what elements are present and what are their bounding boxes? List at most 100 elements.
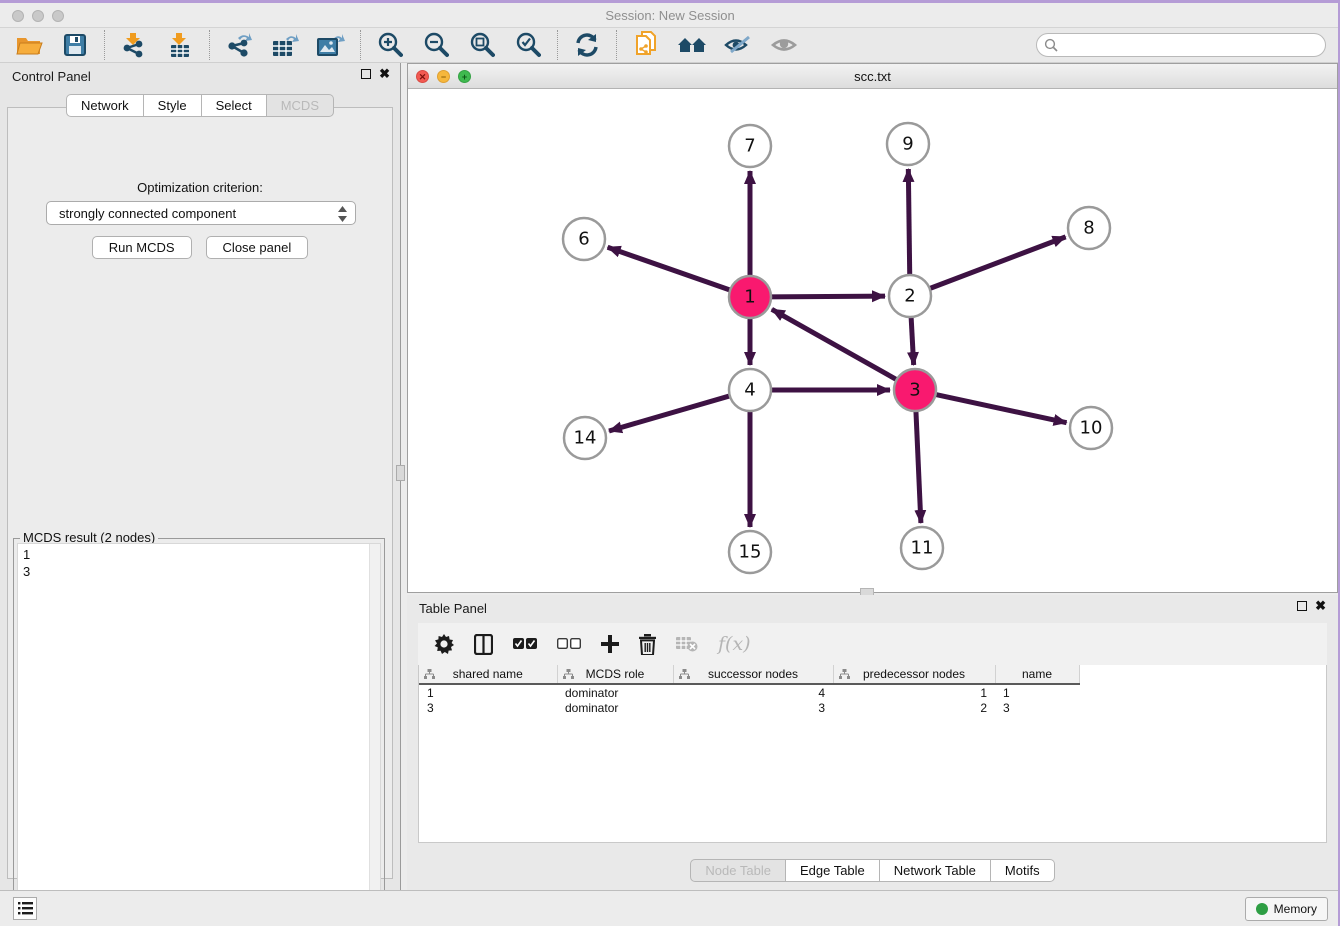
refresh-layout-button[interactable] [572,31,602,59]
node-label-14: 14 [574,428,597,449]
edge-3-11[interactable] [916,409,921,523]
column-header-name[interactable]: name [995,665,1079,684]
deselect-all-checkboxes-icon[interactable] [557,638,581,650]
close-table-panel-icon[interactable]: ✖ [1315,601,1326,611]
network-window-title: scc.txt [408,69,1337,84]
network-window-titlebar[interactable]: ✕ − + scc.txt [408,64,1337,89]
status-bar: Memory [0,890,1340,926]
node-label-15: 15 [739,542,762,563]
tab-node-table[interactable]: Node Table [690,859,786,882]
save-session-button[interactable] [60,31,90,59]
clone-network-button[interactable] [631,31,661,59]
mcds-result-line: 3 [23,563,375,580]
open-folder-icon [16,34,43,56]
tab-edge-table[interactable]: Edge Table [786,859,880,882]
panel-splitter[interactable] [400,63,407,890]
edge-1-6[interactable] [608,247,732,290]
tab-style[interactable]: Style [144,94,202,117]
show-all-button[interactable] [769,31,799,59]
node-label-3: 3 [909,380,920,401]
column-header-shared-name[interactable]: shared name [419,665,557,684]
table-panel-tabs: Node TableEdge TableNetwork TableMotifs [407,859,1338,882]
edge-2-9[interactable] [908,169,909,277]
node-label-4: 4 [744,380,755,401]
optimization-criterion-label: Optimization criterion: [8,180,392,195]
delete-table-icon[interactable] [676,636,698,652]
float-panel-icon[interactable] [361,69,371,79]
zoom-in-button[interactable] [375,31,405,59]
export-image-button[interactable] [316,31,346,59]
delete-column-icon[interactable] [639,634,656,655]
mcds-result-group: MCDS result (2 nodes) 13 [13,538,385,920]
column-header-predecessor-nodes[interactable]: predecessor nodes [833,665,995,684]
gear-icon[interactable] [434,634,454,654]
close-panel-icon[interactable]: ✖ [379,69,390,79]
function-builder-icon[interactable]: f(x) [718,633,751,655]
mcds-result-scrollbar[interactable] [369,544,380,915]
import-network-icon [122,32,146,58]
tab-mcds[interactable]: MCDS [267,94,334,117]
first-neighbors-button[interactable] [677,31,707,59]
edge-3-10[interactable] [934,394,1067,423]
splitter-grip[interactable] [396,465,405,481]
control-panel-title: Control Panel [12,69,91,84]
control-panel: Control Panel ✖ NetworkStyleSelectMCDS O… [0,63,400,890]
tab-network-table[interactable]: Network Table [880,859,991,882]
cell-name[interactable]: 3 [995,700,1079,716]
cell-MCDS-role[interactable]: dominator [557,684,673,700]
show-columns-icon[interactable] [474,634,493,655]
cell-shared-name[interactable]: 1 [419,684,557,700]
zoom-out-button[interactable] [421,31,451,59]
import-table-icon [169,32,191,58]
tab-network[interactable]: Network [66,94,144,117]
task-history-button[interactable] [13,897,37,920]
network-canvas[interactable]: 7968124314101511 [408,89,1337,592]
close-panel-button[interactable]: Close panel [206,236,309,259]
node-label-8: 8 [1083,218,1094,239]
network-graph[interactable]: 7968124314101511 [408,89,1337,592]
open-session-button[interactable] [14,31,44,59]
cell-predecessor-nodes[interactable]: 2 [833,700,995,716]
cell-name[interactable]: 1 [995,684,1079,700]
table-panel-title: Table Panel [419,601,487,616]
float-table-panel-icon[interactable] [1297,601,1307,611]
node-label-11: 11 [911,538,934,559]
export-table-button[interactable] [270,31,300,59]
edge-2-8[interactable] [928,237,1066,289]
cell-MCDS-role[interactable]: dominator [557,700,673,716]
add-column-icon[interactable] [601,635,619,653]
import-network-button[interactable] [119,31,149,59]
mcds-result-text[interactable]: 13 [17,543,381,916]
edge-3-1[interactable] [772,309,899,380]
refresh-icon [574,32,600,58]
zoom-fit-button[interactable] [467,31,497,59]
memory-button[interactable]: Memory [1245,897,1328,921]
cell-successor-nodes[interactable]: 3 [673,700,833,716]
import-table-button[interactable] [165,31,195,59]
zoom-selected-button[interactable] [513,31,543,59]
search-input[interactable] [1036,33,1326,57]
node-label-10: 10 [1080,418,1103,439]
optimization-criterion-select[interactable]: strongly connected component [46,201,356,225]
run-mcds-button[interactable]: Run MCDS [92,236,192,259]
edge-2-3[interactable] [911,315,914,365]
table-row[interactable]: 3dominator323 [419,700,1079,716]
export-network-button[interactable] [224,31,254,59]
edge-1-2[interactable] [769,296,885,297]
cell-successor-nodes[interactable]: 4 [673,684,833,700]
select-all-checkboxes-icon[interactable] [513,638,537,650]
edge-4-14[interactable] [609,395,732,431]
export-image-icon [317,32,345,58]
node-table[interactable]: shared nameMCDS rolesuccessor nodesprede… [418,665,1327,843]
window-title: Session: New Session [0,8,1340,23]
cell-predecessor-nodes[interactable]: 1 [833,684,995,700]
tab-select[interactable]: Select [202,94,267,117]
column-header-successor-nodes[interactable]: successor nodes [673,665,833,684]
column-header-MCDS-role[interactable]: MCDS role [557,665,673,684]
hide-selected-button[interactable] [723,31,753,59]
cell-shared-name[interactable]: 3 [419,700,557,716]
search-field-wrap [1036,33,1326,57]
table-row[interactable]: 1dominator411 [419,684,1079,700]
tab-motifs[interactable]: Motifs [991,859,1055,882]
table-panel: Table Panel ✖ f(x) shared nameMCDS roles… [407,595,1338,890]
